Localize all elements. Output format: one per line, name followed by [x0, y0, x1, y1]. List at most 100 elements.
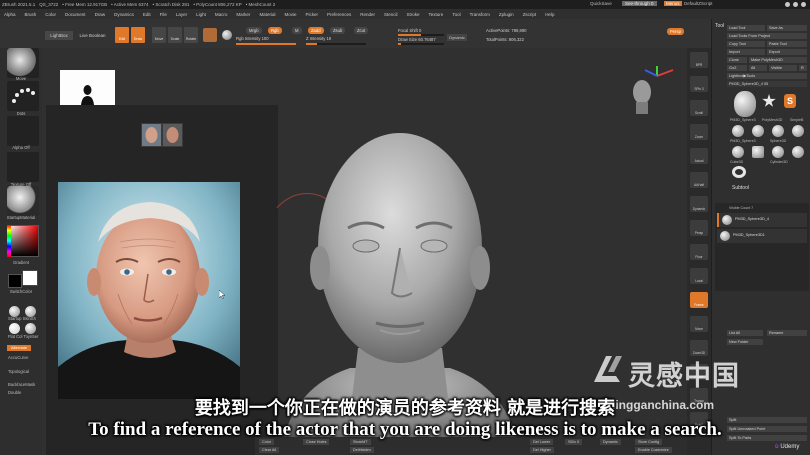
del-hidden-button[interactable]: DelHidden	[350, 447, 374, 453]
navigation-head-icon[interactable]	[630, 78, 654, 114]
menu-item-stroke[interactable]: Stroke	[407, 12, 420, 17]
subtool-row[interactable]: PM3D_Sphere3D_4	[717, 213, 807, 227]
aahalf-button[interactable]: AAHalf	[690, 172, 708, 188]
menu-item-edit[interactable]: Edit	[143, 12, 151, 17]
paste-tool-button[interactable]: Paste Tool	[767, 41, 807, 47]
load-tools-from-project-button[interactable]: Load Tools From Project	[727, 33, 807, 39]
lightbox-tools-button[interactable]: Lightbox▶Tools	[727, 73, 807, 79]
draw-size-slider[interactable]: Draw Size 60.76487	[398, 37, 436, 42]
tool-thumb-sphere-6[interactable]	[772, 146, 784, 158]
persp-button[interactable]: Persp	[690, 220, 708, 236]
material-icon[interactable]	[203, 28, 217, 42]
menus-toggle[interactable]: Menus	[664, 1, 682, 6]
backface-mask-button[interactable]: BackfaceMask	[8, 382, 35, 387]
minimize-icon[interactable]	[785, 2, 790, 7]
menu-item-light[interactable]: Light	[196, 12, 206, 17]
rgb-intensity-track[interactable]	[236, 43, 296, 45]
primary-color-swatch[interactable]	[8, 274, 22, 288]
floor-button[interactable]: Floor	[690, 244, 708, 260]
head-tool-thumbnail[interactable]	[734, 91, 756, 117]
frame-button[interactable]: Frame	[690, 292, 708, 308]
dynamic-button[interactable]: Dynamic	[690, 196, 708, 212]
tool-palette-title[interactable]: Tool	[715, 23, 724, 29]
flat-color-icon[interactable]	[9, 323, 20, 334]
zoom-button[interactable]: Zoom	[690, 124, 708, 140]
edit-button[interactable]: Edit	[115, 27, 129, 43]
menu-item-tool[interactable]: Tool	[452, 12, 460, 17]
import-button[interactable]: Import	[727, 49, 765, 55]
dots-stroke-icon[interactable]	[7, 81, 39, 111]
focal-shift-slider[interactable]: Focal Shift 0	[398, 28, 421, 33]
menu-item-marker[interactable]: Marker	[236, 12, 250, 17]
tool-thumb-sphere-3[interactable]	[772, 125, 784, 137]
bpr-button[interactable]: BPR	[690, 52, 708, 68]
clear-all-button[interactable]: Clear All	[259, 447, 280, 453]
color-picker-icon[interactable]	[7, 225, 39, 257]
menu-item-draw[interactable]: Draw	[95, 12, 106, 17]
list-all-button[interactable]: List All	[727, 330, 763, 336]
document-thumbnail[interactable]	[60, 70, 115, 105]
toy-plastic-icon[interactable]	[25, 323, 36, 334]
zcut-button[interactable]: Zcut	[354, 27, 369, 34]
menu-item-brush[interactable]: Brush	[25, 12, 37, 17]
quicksave-button[interactable]: QuickSave	[590, 1, 612, 6]
secondary-color-swatch[interactable]	[22, 270, 38, 286]
copy-tool-button[interactable]: Copy Tool	[727, 41, 765, 47]
maximize-icon[interactable]	[793, 2, 798, 7]
rgb-intensity-slider[interactable]: Rgb Intensity 100	[236, 36, 269, 41]
move-button[interactable]: Move	[690, 316, 708, 332]
save-as-button[interactable]: Save As	[767, 25, 807, 31]
tool-thumb-sphere-4[interactable]	[792, 125, 804, 137]
simple-brush-icon[interactable]: S	[784, 94, 796, 108]
texture-icon[interactable]	[7, 152, 39, 182]
clone-button[interactable]: Clone	[727, 57, 747, 63]
reference-thumbnails[interactable]	[141, 123, 183, 147]
actor-reference-photo[interactable]	[58, 182, 240, 399]
m-button[interactable]: M	[292, 27, 302, 34]
alternate-button[interactable]: Alternate	[7, 345, 31, 351]
rgb-button[interactable]: Rgb	[268, 27, 282, 34]
all-button[interactable]: All	[749, 65, 767, 71]
zsub-button[interactable]: Zsub	[330, 27, 346, 34]
draw-size-track[interactable]	[398, 43, 444, 45]
menu-item-preferences[interactable]: Preferences	[327, 12, 351, 17]
tool-thumb-sphere-1[interactable]	[732, 125, 744, 137]
menu-item-alpha[interactable]: Alpha	[4, 12, 16, 17]
menu-item-zplugin[interactable]: Zplugin	[499, 12, 514, 17]
enable-customize-button[interactable]: Enable Customize	[635, 447, 672, 453]
current-tool-slider[interactable]: PM3D_Sphere3D_4 55	[727, 81, 807, 87]
make-polymesh-button[interactable]: Make PolyMesh3D	[749, 57, 807, 63]
spix-3-button[interactable]: SPix 3	[690, 76, 708, 92]
menu-item-document[interactable]: Document	[65, 12, 86, 17]
subtool-header[interactable]: Subtool	[732, 185, 749, 191]
menu-item-color[interactable]: Color	[45, 12, 56, 17]
move-brush-icon[interactable]	[7, 48, 39, 78]
alpha-icon[interactable]	[7, 116, 39, 146]
ring-tool-icon[interactable]	[732, 166, 746, 178]
menu-item-help[interactable]: Help	[545, 12, 554, 17]
persp-button[interactable]: Persp	[667, 28, 684, 35]
dynamic-button[interactable]: Dynamic	[447, 34, 467, 41]
menu-item-texture[interactable]: Texture	[429, 12, 444, 17]
scroll-button[interactable]: Scroll	[690, 100, 708, 116]
menu-item-file[interactable]: File	[160, 12, 167, 17]
del-higher-button[interactable]: Del Higher	[530, 447, 554, 453]
local-button[interactable]: Local	[690, 268, 708, 284]
see-through-slider[interactable]: See-through 0	[622, 1, 657, 6]
hue-strip[interactable]	[7, 225, 11, 257]
z-intensity-track[interactable]	[306, 43, 366, 45]
tool-thumb-sphere-7[interactable]	[792, 146, 804, 158]
rename-button[interactable]: Rename	[767, 330, 807, 336]
focal-shift-track[interactable]	[398, 34, 444, 36]
live-boolean-button[interactable]: Live Boolean	[76, 31, 109, 40]
draw-button[interactable]: Draw	[131, 27, 145, 43]
lightbox-button[interactable]: LightBox	[45, 31, 73, 40]
menu-item-layer[interactable]: Layer	[176, 12, 187, 17]
menu-item-transform[interactable]: Transform	[470, 12, 490, 17]
menu-item-picker[interactable]: Picker	[305, 12, 318, 17]
mrgb-button[interactable]: Mrgb	[246, 27, 262, 34]
menu-item-render[interactable]: Render	[360, 12, 375, 17]
move-button[interactable]: Move	[152, 27, 166, 43]
goz-button[interactable]: GoZ	[727, 65, 747, 71]
subtool-row[interactable]: PM3D_Sphere3D1	[717, 229, 807, 243]
